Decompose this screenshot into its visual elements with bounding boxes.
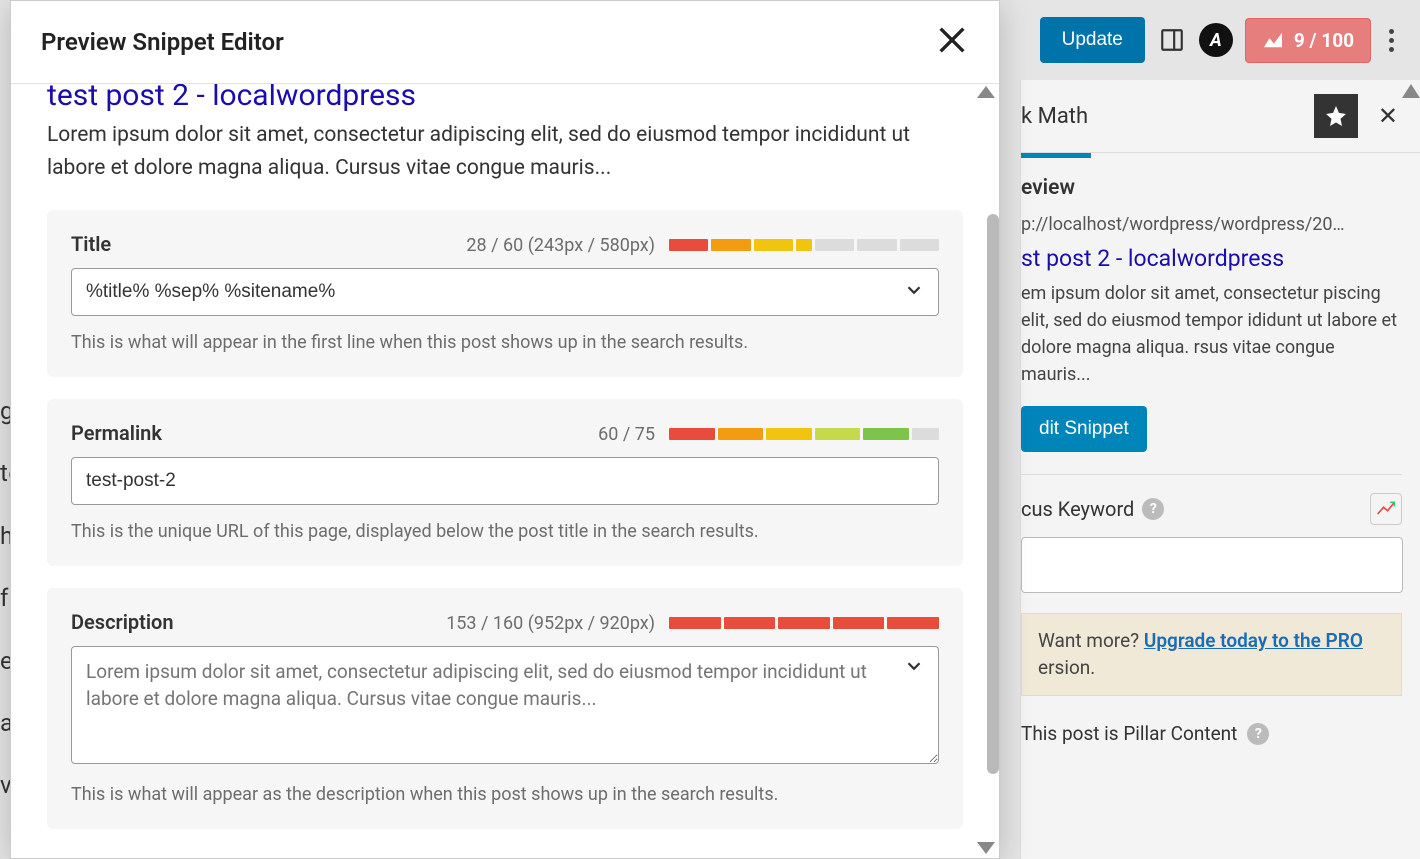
serp-preview-title: test post 2 - localwordpress [47,84,963,113]
more-menu-icon[interactable] [1383,23,1400,58]
modal-scrollbar[interactable] [985,94,999,848]
pillar-label: This post is Pillar Content [1021,722,1237,745]
close-icon[interactable]: ✕ [1370,98,1406,134]
description-textarea[interactable] [71,646,939,764]
title-counter: 28 / 60 (243px / 580px) [466,235,655,256]
permalink-label: Permalink [71,421,162,445]
sidebar-header: k Math ✕ [1021,80,1420,153]
close-icon[interactable] [935,23,969,61]
update-button[interactable]: Update [1040,17,1145,63]
upgrade-callout: Want more? Upgrade today to the PRO ersi… [1021,613,1402,696]
chevron-down-icon[interactable] [903,655,925,681]
sidebar-tab-label[interactable]: k Math [1021,104,1314,129]
focus-keyword-input[interactable] [1021,537,1403,593]
star-icon[interactable] [1314,94,1358,138]
description-progress [669,617,939,629]
permalink-input[interactable] [71,457,939,505]
scroll-down-icon[interactable] [977,842,995,854]
help-icon[interactable]: ? [1142,498,1164,520]
upgrade-link[interactable]: Upgrade today to the PRO [1144,629,1363,652]
description-help-text: This is what will appear as the descript… [71,784,939,805]
description-counter: 153 / 160 (952px / 920px) [446,613,655,634]
help-icon[interactable]: ? [1247,723,1269,745]
panel-toggle-icon[interactable] [1157,25,1187,55]
title-help-text: This is what will appear in the first li… [71,332,939,353]
upgrade-text-pre: Want more? [1038,629,1144,652]
divider [1021,474,1402,475]
rankmath-logo-icon[interactable]: A [1199,23,1233,57]
modal-title: Preview Snippet Editor [41,28,935,56]
edit-snippet-button[interactable]: dit Snippet [1021,406,1147,452]
seo-score-badge[interactable]: 9 / 100 [1245,18,1371,63]
rankmath-sidebar: k Math ✕ eview p://localhost/wordpress/w… [1020,80,1420,859]
sidebar-body: eview p://localhost/wordpress/wordpress/… [1021,158,1420,763]
permalink-counter: 60 / 75 [598,424,655,445]
title-field-card: Title 28 / 60 (243px / 580px) This is wh… [47,210,963,377]
pillar-content-row[interactable]: This post is Pillar Content ? [1021,716,1402,745]
focus-keyword-row: cus Keyword ? [1021,493,1402,525]
preview-heading: eview [1021,176,1402,200]
scrollbar-thumb[interactable] [987,214,999,774]
preview-snippet-desc: em ipsum dolor sit amet, consectetur pis… [1021,280,1402,388]
chevron-down-icon[interactable] [903,279,925,305]
description-field-card: Description 153 / 160 (952px / 920px) Th… [47,588,963,829]
focus-keyword-label: cus Keyword [1021,497,1134,521]
serp-preview-desc: Lorem ipsum dolor sit amet, consectetur … [47,119,963,184]
top-toolbar: Update A 9 / 100 [1040,0,1420,80]
preview-snippet-title: st post 2 - localwordpress [1021,245,1402,272]
seo-score-value: 9 / 100 [1294,29,1354,52]
title-input[interactable] [71,268,939,316]
preview-url: p://localhost/wordpress/wordpress/20… [1021,214,1402,235]
scroll-up-icon[interactable] [1402,84,1420,98]
permalink-help-text: This is the unique URL of this page, dis… [71,521,939,542]
title-progress [669,239,939,251]
trends-icon[interactable] [1370,493,1402,525]
permalink-progress [669,428,939,440]
permalink-field-card: Permalink 60 / 75 This is the unique URL… [47,399,963,566]
modal-body: test post 2 - localwordpress Lorem ipsum… [11,84,999,858]
upgrade-text-post: ersion. [1038,656,1095,679]
snippet-editor-modal: Preview Snippet Editor test post 2 - loc… [10,0,1000,859]
description-label: Description [71,610,174,634]
modal-header: Preview Snippet Editor [11,1,999,84]
title-label: Title [71,232,111,256]
